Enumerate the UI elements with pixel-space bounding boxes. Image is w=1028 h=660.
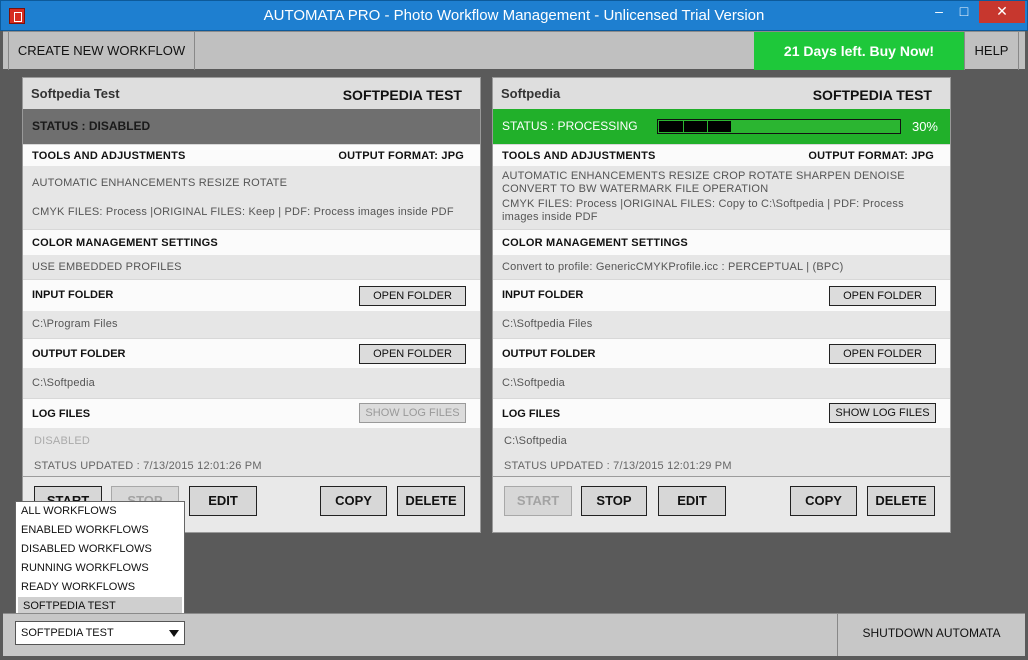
output-folder-path: C:\Softpedia (23, 368, 480, 398)
tools-heading-label: TOOLS AND ADJUSTMENTS (502, 150, 656, 162)
shutdown-automata-button[interactable]: SHUTDOWN AUTOMATA (837, 614, 1025, 656)
workflow-title: SOFTPEDIA TEST (342, 87, 462, 103)
file-options: CMYK FILES: Process |ORIGINAL FILES: Cop… (502, 198, 904, 223)
input-folder-label: INPUT FOLDER (502, 289, 584, 301)
workflow-filter-select[interactable]: SOFTPEDIA TEST (15, 621, 185, 645)
progress-segment-gap (707, 121, 708, 132)
log-files-label: LOG FILES (502, 408, 561, 420)
progress-fill (659, 121, 731, 132)
open-output-folder-button[interactable]: OPEN FOLDER (359, 344, 466, 364)
output-format-label: OUTPUT FORMAT: JPG (808, 150, 934, 162)
create-new-workflow-button[interactable]: CREATE NEW WORKFLOW (8, 32, 195, 70)
bottom-bar: SOFTPEDIA TEST SHUTDOWN AUTOMATA (3, 613, 1025, 656)
status-bar: STATUS : DISABLED (23, 109, 480, 144)
edit-button[interactable]: EDIT (189, 486, 257, 516)
tools-heading: TOOLS AND ADJUSTMENTS OUTPUT FORMAT: JPG (23, 144, 480, 166)
log-files-value: DISABLED (23, 428, 480, 454)
title-bar: AUTOMATA PRO - Photo Workflow Management… (0, 0, 1028, 31)
chevron-down-icon[interactable] (169, 630, 179, 637)
workflow-filter-value: SOFTPEDIA TEST (21, 627, 114, 639)
output-folder-label: OUTPUT FOLDER (32, 348, 126, 360)
output-folder-path: C:\Softpedia (493, 368, 950, 398)
status-updated: STATUS UPDATED : 7/13/2015 12:01:26 PM (23, 454, 480, 478)
workflow-panel: Softpedia SOFTPEDIA TEST STATUS : PROCES… (492, 77, 951, 533)
output-folder-row: OUTPUT FOLDER OPEN FOLDER (493, 338, 950, 368)
buy-now-button[interactable]: 21 Days left. Buy Now! (754, 32, 964, 70)
panel-header: Softpedia SOFTPEDIA TEST (493, 78, 950, 109)
tools-list: AUTOMATIC ENHANCEMENTS RESIZE ROTATE (32, 177, 288, 189)
filter-option[interactable]: DISABLED WORKFLOWS (16, 540, 184, 559)
log-files-value: C:\Softpedia (493, 428, 950, 454)
filter-option[interactable]: ALL WORKFLOWS (16, 502, 184, 521)
workflow-filter-list: ALL WORKFLOWS ENABLED WORKFLOWS DISABLED W… (15, 501, 185, 618)
edit-button[interactable]: EDIT (658, 486, 726, 516)
workflow-title: SOFTPEDIA TEST (812, 87, 932, 103)
copy-button[interactable]: COPY (790, 486, 857, 516)
window-title: AUTOMATA PRO - Photo Workflow Management… (263, 7, 765, 24)
color-heading: COLOR MANAGEMENT SETTINGS (23, 229, 480, 255)
delete-button[interactable]: DELETE (397, 486, 465, 516)
filter-option[interactable]: RUNNING WORKFLOWS (16, 559, 184, 578)
workflow-name: Softpedia Test (31, 86, 120, 101)
progress-segment-gap (683, 121, 684, 132)
stop-button[interactable]: STOP (581, 486, 647, 516)
workflow-name: Softpedia (501, 86, 561, 101)
copy-button[interactable]: COPY (320, 486, 387, 516)
close-button[interactable]: ✕ (979, 1, 1025, 23)
show-log-files-button[interactable]: SHOW LOG FILES (359, 403, 466, 423)
action-bar: START STOP EDIT COPY DELETE (493, 476, 950, 532)
input-folder-path: C:\Program Files (23, 311, 480, 338)
status-text: STATUS : PROCESSING (502, 119, 638, 133)
log-files-label: LOG FILES (32, 408, 91, 420)
file-options: CMYK FILES: Process |ORIGINAL FILES: Kee… (32, 206, 454, 218)
color-value: USE EMBEDDED PROFILES (23, 255, 480, 279)
output-folder-row: OUTPUT FOLDER OPEN FOLDER (23, 338, 480, 368)
progress-percent: 30% (911, 119, 938, 134)
status-updated: STATUS UPDATED : 7/13/2015 12:01:29 PM (493, 454, 950, 478)
tools-list: AUTOMATIC ENHANCEMENTS RESIZE CROP ROTAT… (502, 170, 905, 195)
help-button[interactable]: HELP (964, 32, 1019, 70)
tools-body: AUTOMATIC ENHANCEMENTS RESIZE ROTATE CMY… (23, 166, 480, 229)
output-folder-label: OUTPUT FOLDER (502, 348, 596, 360)
filter-option[interactable]: READY WORKFLOWS (16, 578, 184, 597)
color-heading: COLOR MANAGEMENT SETTINGS (493, 229, 950, 255)
tools-body: AUTOMATIC ENHANCEMENTS RESIZE CROP ROTAT… (493, 166, 950, 229)
workflow-panel: Softpedia Test SOFTPEDIA TEST STATUS : D… (22, 77, 481, 533)
filter-option[interactable]: ENABLED WORKFLOWS (16, 521, 184, 540)
maximize-button[interactable]: □ (954, 1, 974, 23)
tools-heading-label: TOOLS AND ADJUSTMENTS (32, 150, 186, 162)
open-input-folder-button[interactable]: OPEN FOLDER (829, 286, 936, 306)
log-files-row: LOG FILES SHOW LOG FILES (23, 398, 480, 428)
input-folder-path: C:\Softpedia Files (493, 311, 950, 338)
color-value: Convert to profile: GenericCMYKProfile.i… (493, 255, 950, 279)
start-button[interactable]: START (504, 486, 572, 516)
open-input-folder-button[interactable]: OPEN FOLDER (359, 286, 466, 306)
status-bar: STATUS : PROCESSING 30% (493, 109, 950, 144)
minimize-button[interactable]: – (929, 1, 949, 23)
tools-heading: TOOLS AND ADJUSTMENTS OUTPUT FORMAT: JPG (493, 144, 950, 166)
input-folder-row: INPUT FOLDER OPEN FOLDER (493, 279, 950, 311)
input-folder-row: INPUT FOLDER OPEN FOLDER (23, 279, 480, 311)
input-folder-label: INPUT FOLDER (32, 289, 114, 301)
open-output-folder-button[interactable]: OPEN FOLDER (829, 344, 936, 364)
panel-header: Softpedia Test SOFTPEDIA TEST (23, 78, 480, 109)
top-toolbar: CREATE NEW WORKFLOW 21 Days left. Buy No… (3, 31, 1025, 70)
log-files-row: LOG FILES SHOW LOG FILES (493, 398, 950, 428)
show-log-files-button[interactable]: SHOW LOG FILES (829, 403, 936, 423)
output-format-label: OUTPUT FORMAT: JPG (338, 150, 464, 162)
progress-bar (657, 119, 901, 134)
delete-button[interactable]: DELETE (867, 486, 935, 516)
